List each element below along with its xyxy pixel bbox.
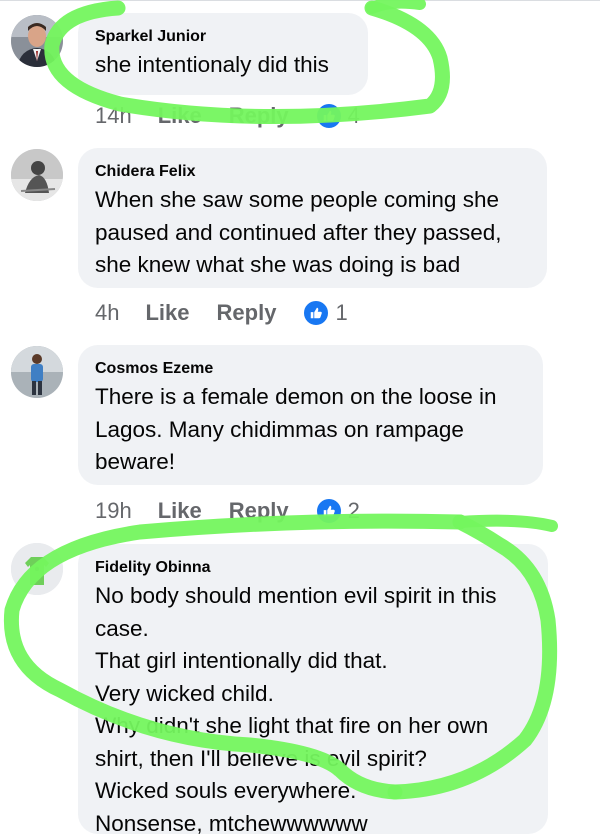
profile-photo-grayscale-icon: [11, 149, 63, 201]
comment-text: No body should mention evil spirit in th…: [95, 580, 530, 840]
comment-bubble: Chidera Felix When she saw some people c…: [78, 148, 547, 288]
comment-line: Very wicked child.: [95, 678, 530, 711]
reaction-count[interactable]: 2: [316, 498, 360, 524]
profile-photo-default-avatar-icon: [11, 543, 63, 595]
comment-author[interactable]: Cosmos Ezeme: [95, 359, 525, 379]
comment-author[interactable]: Fidelity Obinna: [95, 558, 530, 578]
profile-photo-man-suit-icon: [11, 15, 63, 67]
reaction-count-value: 4: [348, 103, 360, 129]
avatar[interactable]: [11, 15, 63, 67]
comment-actions: 19h Like Reply 2: [95, 496, 360, 526]
comment-line: There is a female demon on the loose in: [95, 381, 525, 414]
comment-author[interactable]: Chidera Felix: [95, 162, 529, 182]
comment-text: There is a female demon on the loose in …: [95, 381, 525, 479]
comment-timestamp[interactable]: 4h: [95, 300, 119, 326]
comment-actions: 14h Like Reply 4: [95, 101, 360, 131]
comment-line: she knew what she was doing is bad: [95, 249, 529, 282]
avatar[interactable]: [11, 543, 63, 595]
avatar[interactable]: [11, 149, 63, 201]
like-button[interactable]: Like: [158, 103, 202, 129]
comment-line: That girl intentionally did that.: [95, 645, 530, 678]
comment-line: When she saw some people coming she: [95, 184, 529, 217]
reply-button[interactable]: Reply: [217, 300, 277, 326]
comment-line: No body should mention evil spirit in th…: [95, 580, 530, 613]
comment-bubble: Sparkel Junior she intentionaly did this: [78, 13, 368, 95]
thumbs-up-icon: [303, 300, 329, 326]
comment-line: beware!: [95, 446, 525, 479]
comment-line: paused and continued after they passed,: [95, 217, 529, 250]
comment-text: she intentionaly did this: [95, 49, 350, 82]
comment-line: case.: [95, 613, 530, 646]
reaction-count[interactable]: 4: [316, 103, 360, 129]
reaction-count-value: 1: [335, 300, 347, 326]
comment-timestamp[interactable]: 14h: [95, 103, 132, 129]
comment-text: When she saw some people coming she paus…: [95, 184, 529, 282]
comment-bubble: Fidelity Obinna No body should mention e…: [78, 544, 548, 834]
thumbs-up-icon: [316, 498, 342, 524]
reply-button[interactable]: Reply: [229, 103, 289, 129]
top-divider: [0, 0, 600, 1]
like-button[interactable]: Like: [158, 498, 202, 524]
comment-line: Why didn't she light that fire on her ow…: [95, 710, 530, 743]
comment-timestamp[interactable]: 19h: [95, 498, 132, 524]
like-button[interactable]: Like: [145, 300, 189, 326]
reaction-count-value: 2: [348, 498, 360, 524]
comment-line: Nonsense, mtchewwwwww: [95, 808, 530, 840]
comment-actions: 4h Like Reply 1: [95, 298, 348, 328]
avatar[interactable]: [11, 346, 63, 398]
comment-line: Wicked souls everywhere.: [95, 775, 530, 808]
comment-bubble: Cosmos Ezeme There is a female demon on …: [78, 345, 543, 485]
profile-photo-standing-man-icon: [11, 346, 63, 398]
comment-line: Lagos. Many chidimmas on rampage: [95, 414, 525, 447]
thumbs-up-icon: [316, 103, 342, 129]
comment-line: shirt, then I'll believe is evil spirit?: [95, 743, 530, 776]
comment-line: she intentionaly did this: [95, 49, 350, 82]
comment-author[interactable]: Sparkel Junior: [95, 27, 350, 47]
reaction-count[interactable]: 1: [303, 300, 347, 326]
reply-button[interactable]: Reply: [229, 498, 289, 524]
